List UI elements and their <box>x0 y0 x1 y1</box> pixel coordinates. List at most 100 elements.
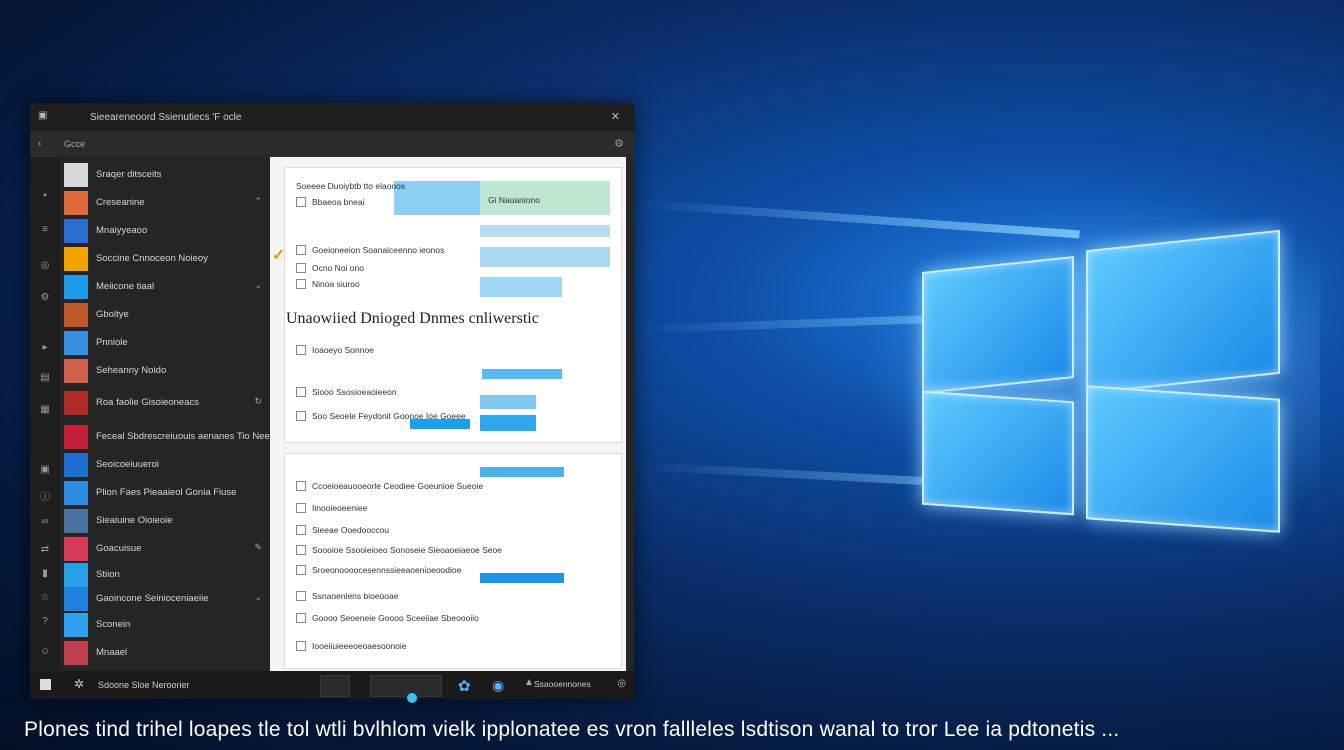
chevron-up-icon[interactable]: ⌃ <box>254 196 262 207</box>
sidebar-item[interactable]: Mnaael <box>60 639 270 667</box>
star-icon[interactable]: ☆ <box>40 593 50 603</box>
taskbar: ✲ Sdoone Sloe Neroorier ✿ ◉ ▲ Ssaooennon… <box>30 671 634 703</box>
section-heading: Unaowiied Dnioged Dnmes cnliwerstic <box>286 310 539 327</box>
sidebar-item[interactable]: Meiicone tiaal ⌄ <box>60 273 270 301</box>
calendar-icon[interactable]: ▤ <box>40 373 50 383</box>
globe-icon[interactable]: ◎ <box>40 261 50 271</box>
sidebar-item-label: Soccine Cnnoceon Noieoy <box>96 253 208 264</box>
close-icon[interactable]: ✕ <box>611 110 620 123</box>
checkbox[interactable] <box>296 279 306 289</box>
checkbox[interactable] <box>296 545 306 555</box>
checkbox[interactable] <box>296 503 306 513</box>
app-window: ▣ Sieeareneoord Ssienutiecs 'F ocle ✕ ‹ … <box>30 103 634 703</box>
title-bar: ▣ Sieeareneoord Ssienutiecs 'F ocle ✕ <box>30 103 634 131</box>
sidebar-item-label: Plion Faes Pieaaieol Gonia Fiuse <box>96 487 237 498</box>
sidebar-item[interactable]: Seheanny Noido <box>60 357 270 385</box>
back-arrow-icon[interactable]: ‹ <box>38 138 41 149</box>
checkbox[interactable] <box>296 387 306 397</box>
edge-icon[interactable]: ◉ <box>492 677 504 694</box>
highlight-bar <box>480 415 536 431</box>
highlight-bar <box>480 277 562 297</box>
sidebar-item-label: Goacuisue <box>96 543 142 554</box>
checkbox[interactable] <box>296 263 306 273</box>
list-icon[interactable]: ≡ <box>40 225 50 235</box>
flag-icon[interactable]: ▸ <box>40 343 50 353</box>
checkbox[interactable] <box>296 613 306 623</box>
checkbox[interactable] <box>296 481 306 491</box>
pencil-icon[interactable]: ✎ <box>254 542 262 553</box>
sidebar-item-label: Mnaiyyeaoo <box>96 225 148 236</box>
start-icon[interactable] <box>40 679 51 690</box>
gear-icon[interactable]: ⚙ <box>614 137 624 150</box>
item-thumbnail <box>64 509 88 533</box>
item-thumbnail <box>64 275 88 299</box>
icon-rail: ▪ ≡ ◎ ⚙ ▸ ▤ ▦ ▣ ⓘ ∞ ⇄ ▮ ☆ ? ☺ <box>30 157 60 671</box>
item-thumbnail <box>64 587 88 611</box>
grid-icon[interactable]: ▦ <box>40 405 50 415</box>
sidebar-item[interactable]: Soccine Cnnoceon Noieoy <box>60 245 270 273</box>
sidebar-item[interactable]: Sraqer ditsceits <box>60 161 270 189</box>
sidebar-item[interactable]: Gaoincone Seinioceniaeiie ⌄ <box>60 585 270 613</box>
sidebar-item[interactable]: Goacuisue ✎ <box>60 535 270 563</box>
windows-logo-pane-bottom-right <box>1086 385 1280 533</box>
sidebar-item[interactable]: Seoicoeiuueroi <box>60 451 270 479</box>
sidebar-item[interactable]: Roa faolie Gisoieoneacs ↻ <box>60 389 270 417</box>
bookmark-icon[interactable]: ▮ <box>40 569 50 579</box>
active-indicator <box>407 693 417 703</box>
item-thumbnail <box>64 359 88 383</box>
chevron-down-icon[interactable]: ⌄ <box>254 280 262 291</box>
home-icon[interactable]: ▪ <box>40 191 50 201</box>
link-icon[interactable]: ∞ <box>40 517 50 527</box>
photos-icon[interactable]: ✿ <box>458 677 471 695</box>
tray-icon[interactable]: ▲ <box>524 677 534 688</box>
item-thumbnail <box>64 191 88 215</box>
command-bar-label: Gcce <box>64 139 86 149</box>
item-thumbnail <box>64 163 88 187</box>
document-icon[interactable]: ▣ <box>40 465 50 475</box>
sidebar-item[interactable]: Pnniole <box>60 329 270 357</box>
pinwheel-icon[interactable]: ✲ <box>74 678 84 690</box>
sidebar-item[interactable]: Sieaiuine Oioieoie <box>60 507 270 535</box>
item-thumbnail <box>64 641 88 665</box>
info-icon[interactable]: ⓘ <box>40 493 50 503</box>
document-pane: ✓ Soeeee Duoiybtb tto elaooos Bbaeoa bne… <box>270 157 626 671</box>
highlight-bar <box>480 395 536 409</box>
person-icon[interactable]: ☺ <box>40 647 50 657</box>
share-icon[interactable]: ⇄ <box>40 545 50 555</box>
sidebar-item-label: Creseanine <box>96 197 145 208</box>
sidebar-item-label: Pnniole <box>96 337 128 348</box>
item-thumbnail <box>64 331 88 355</box>
sidebar-item[interactable]: Feceal Sbdrescreiuouis aenanes Tio Nee <box>60 423 270 451</box>
tray-label: Ssaooennones <box>534 679 591 689</box>
sidebar-item-label: Sieaiuine Oioieoie <box>96 515 173 526</box>
checkbox[interactable] <box>296 411 306 421</box>
checkbox[interactable] <box>296 345 306 355</box>
help-icon[interactable]: ? <box>40 617 50 627</box>
sidebar-item[interactable]: Gboltye <box>60 301 270 329</box>
refresh-icon[interactable]: ↻ <box>254 396 262 407</box>
taskbar-app-button[interactable] <box>370 675 442 697</box>
notification-icon[interactable]: ◎ <box>617 678 626 689</box>
checkbox[interactable] <box>296 591 306 601</box>
sidebar-item-label: Seoicoeiuueroi <box>96 459 159 470</box>
taskbar-app-button[interactable] <box>320 675 350 697</box>
item-thumbnail <box>64 613 88 637</box>
checkbox[interactable] <box>296 197 306 207</box>
sidebar-item[interactable]: Mnaiyyeaoo <box>60 217 270 245</box>
sidebar-item-label: Roa faolie Gisoieoneacs <box>96 397 199 408</box>
settings-icon[interactable]: ⚙ <box>40 293 50 303</box>
item-thumbnail <box>64 219 88 243</box>
windows-logo-pane-bottom-left <box>922 390 1074 516</box>
command-bar: ‹ Gcce ⚙ <box>30 131 634 157</box>
checkbox[interactable] <box>296 641 306 651</box>
sidebar-item[interactable]: Creseanine ⌃ <box>60 189 270 217</box>
checkbox[interactable] <box>296 245 306 255</box>
checkbox[interactable] <box>296 565 306 575</box>
chevron-down-icon[interactable]: ⌄ <box>254 592 262 603</box>
sidebar-item-label: Sconein <box>96 619 131 630</box>
highlight-bar <box>482 369 562 379</box>
highlight-bar <box>480 467 564 477</box>
checkbox[interactable] <box>296 525 306 535</box>
sidebar-item[interactable]: Sconein <box>60 611 270 639</box>
sidebar-item[interactable]: Plion Faes Pieaaieol Gonia Fiuse <box>60 479 270 507</box>
